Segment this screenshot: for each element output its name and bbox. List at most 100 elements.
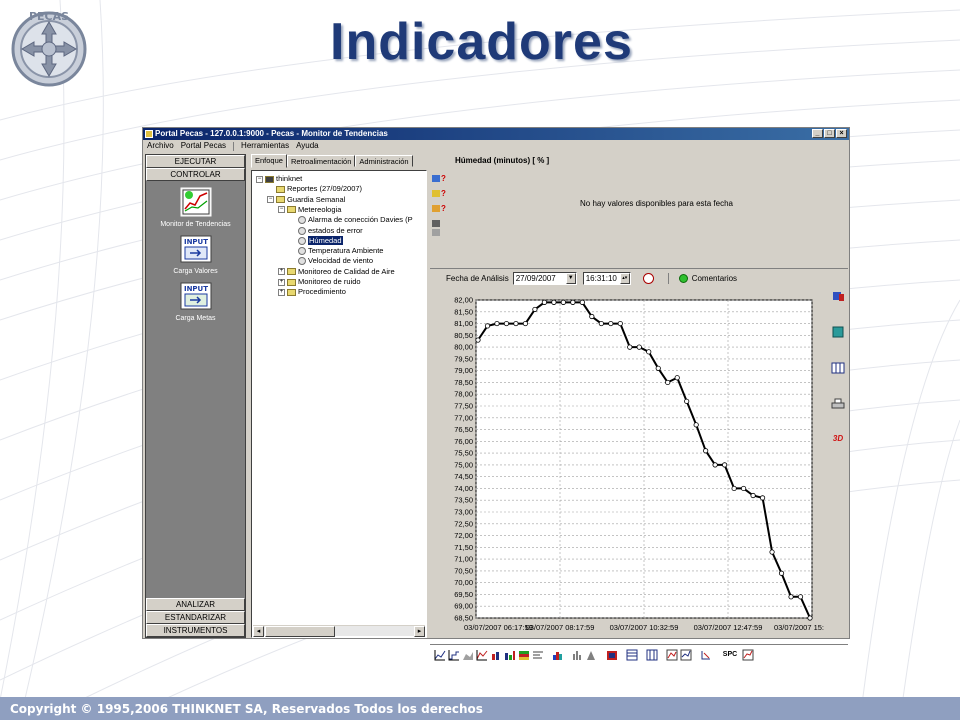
- data-point: [646, 349, 652, 355]
- grid-chart-icon[interactable]: [626, 649, 638, 661]
- scroll-thumb[interactable]: [265, 626, 335, 637]
- window-titlebar[interactable]: Portal Pecas - 127.0.0.1:9000 - Pecas - …: [143, 128, 849, 140]
- bar-chart-icon[interactable]: [490, 649, 502, 661]
- data-point: [655, 365, 661, 371]
- menu-ayuda[interactable]: Ayuda: [296, 140, 319, 152]
- alert-folder-question-icon[interactable]: ?: [432, 189, 448, 202]
- nav-label: Monitor de Tendencias: [160, 221, 231, 228]
- section-ejecutar[interactable]: EJECUTAR: [146, 155, 245, 168]
- menu-herramientas[interactable]: Herramientas: [241, 140, 289, 152]
- y-tick-label: 70,50: [454, 566, 473, 575]
- clock-icon[interactable]: [642, 273, 654, 284]
- line-chart-icon[interactable]: [434, 649, 446, 661]
- print-icon[interactable]: [830, 398, 846, 412]
- data-point: [693, 422, 699, 428]
- app-window: Portal Pecas - 127.0.0.1:9000 - Pecas - …: [142, 127, 850, 660]
- mountain-chart-icon[interactable]: [586, 649, 598, 661]
- time-spinner-icon[interactable]: ▴▾: [619, 273, 630, 284]
- tree-node[interactable]: − thinknet: [256, 174, 302, 184]
- comments-status-icon[interactable]: [678, 274, 688, 283]
- tree-node[interactable]: + Procedimiento: [278, 287, 346, 297]
- menu-portal-pecas[interactable]: Portal Pecas: [181, 140, 226, 152]
- histogram-icon[interactable]: [552, 649, 564, 661]
- control-chart-icon[interactable]: [666, 649, 678, 661]
- tree-node[interactable]: Alarma de conección Davies (P: [289, 215, 413, 225]
- nav-carga-metas[interactable]: INPUT Carga Metas: [146, 281, 245, 322]
- alert-question-icon[interactable]: ?: [432, 174, 448, 187]
- x-tick-label: 03/07/2007 06:17:59: [464, 623, 533, 632]
- menu-archivo[interactable]: Archivo: [147, 140, 174, 152]
- spc-button[interactable]: SPC: [720, 649, 740, 661]
- tree-node-label: Guardia Semanal: [287, 194, 346, 204]
- tree-node[interactable]: Velocidad de viento: [289, 256, 373, 266]
- control-limits-icon[interactable]: [680, 649, 692, 661]
- collapse-icon[interactable]: −: [278, 206, 285, 214]
- close-button[interactable]: ×: [836, 129, 847, 138]
- maximize-button[interactable]: □: [824, 129, 835, 138]
- chart-3d-toggle[interactable]: 3D: [830, 434, 846, 448]
- data-point: [769, 549, 775, 555]
- indicator-tree: ◂ ▸ − thinknet Reportes (27/09/2007) − Guard…: [251, 170, 427, 638]
- scroll-right-icon[interactable]: ▸: [414, 626, 425, 637]
- nav-carga-valores[interactable]: INPUT Carga Valores: [146, 234, 245, 275]
- tree-node[interactable]: Reportes (27/09/2007): [267, 184, 362, 194]
- tree-node[interactable]: + Monitoreo de ruido: [278, 277, 361, 287]
- tab-administracion[interactable]: Administración: [355, 155, 413, 167]
- date-field[interactable]: 27/09/2007 ▼: [512, 272, 577, 285]
- scatter-chart-icon[interactable]: [476, 649, 488, 661]
- chart-options-icon[interactable]: [830, 290, 846, 304]
- y-tick-label: 72,50: [454, 519, 473, 528]
- chart-table-icon[interactable]: [830, 362, 846, 376]
- expand-icon[interactable]: +: [278, 288, 285, 296]
- y-tick-label: 70,00: [454, 578, 473, 587]
- grouped-bar-icon[interactable]: [504, 649, 516, 661]
- tree-node[interactable]: Temperatura Ambiente: [289, 246, 383, 256]
- data-point: [608, 320, 614, 327]
- table-view-icon[interactable]: [646, 649, 658, 661]
- trend-arrow-icon[interactable]: [700, 649, 712, 661]
- stacked-bar-icon[interactable]: [518, 649, 530, 661]
- y-tick-label: 71,00: [454, 555, 473, 564]
- collapse-icon[interactable]: −: [267, 196, 274, 204]
- scroll-left-icon[interactable]: ◂: [253, 626, 264, 637]
- trend-chart-icon: [180, 187, 211, 217]
- section-controlar[interactable]: CONTROLAR: [146, 168, 245, 181]
- area-chart-icon[interactable]: [462, 649, 474, 661]
- tab-enfoque[interactable]: Enfoque: [251, 154, 287, 168]
- tree-node[interactable]: − Metereologia: [278, 205, 341, 215]
- time-field[interactable]: 16:31:10 ▴▾: [582, 272, 631, 285]
- tree-node[interactable]: − Guardia Semanal: [267, 195, 345, 205]
- alert-arrow-question-icon[interactable]: ?: [432, 204, 448, 217]
- tree-node[interactable]: estados de error: [289, 226, 363, 236]
- chart-save-icon[interactable]: [830, 326, 846, 340]
- data-point: [731, 485, 737, 492]
- column-chart-icon[interactable]: [572, 649, 584, 661]
- tree-node[interactable]: + Monitoreo de Calidad de Aire: [278, 267, 395, 277]
- folder-icon: [276, 185, 285, 193]
- tree-node[interactable]: Húmedad: [289, 235, 343, 246]
- expand-icon[interactable]: +: [278, 278, 285, 286]
- tree-node-label: Velocidad de viento: [308, 256, 374, 266]
- section-estandarizar[interactable]: ESTANDARIZAR: [146, 611, 245, 624]
- collapse-icon[interactable]: −: [256, 175, 263, 183]
- spc-chart-icon[interactable]: [742, 649, 754, 661]
- pareto-chart-icon[interactable]: [606, 649, 618, 661]
- date-dropdown-icon[interactable]: ▼: [565, 273, 576, 284]
- tab-retroalimentacion[interactable]: Retroalimentación: [286, 155, 356, 167]
- data-point: [712, 462, 718, 468]
- data-point: [598, 320, 604, 327]
- comments-label[interactable]: Comentarios: [692, 274, 737, 283]
- hbar-chart-icon[interactable]: [532, 649, 544, 661]
- step-chart-icon[interactable]: [448, 649, 460, 661]
- minimize-button[interactable]: _: [812, 129, 823, 138]
- tree-node-label: Alarma de conección Davies (P: [308, 215, 413, 225]
- nav-monitor-tendencias[interactable]: Monitor de Tendencias: [146, 187, 245, 228]
- section-instrumentos[interactable]: INSTRUMENTOS: [146, 624, 245, 637]
- section-analizar[interactable]: ANALIZAR: [146, 598, 245, 611]
- expand-icon[interactable]: +: [278, 268, 285, 276]
- export-data-icon[interactable]: [432, 219, 448, 237]
- horizontal-scrollbar[interactable]: ◂ ▸: [253, 625, 425, 637]
- tree-node-label: Monitoreo de ruido: [298, 277, 361, 286]
- y-tick-label: 68,50: [454, 614, 473, 623]
- data-point: [684, 398, 690, 404]
